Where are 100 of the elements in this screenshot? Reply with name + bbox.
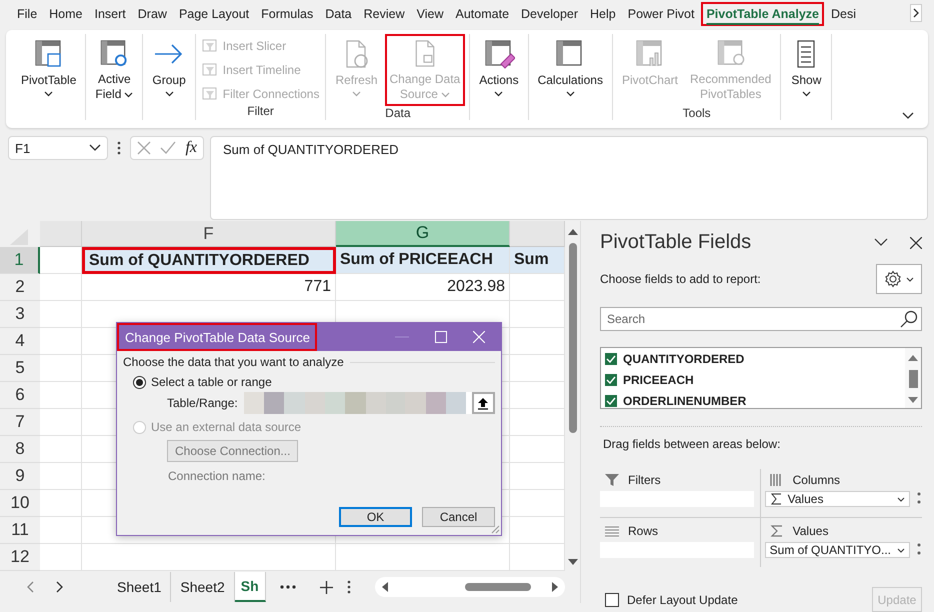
ribbon-tab[interactable]: Review (358, 2, 410, 26)
settings-button[interactable] (876, 264, 922, 294)
row-header[interactable]: 3 (0, 301, 40, 328)
column-header[interactable]: G (336, 221, 510, 247)
sheet-tab[interactable]: Sheet1 (108, 572, 172, 602)
row-header[interactable]: 1 (0, 247, 40, 274)
ribbon-tab[interactable]: File (12, 2, 42, 26)
table-eraser-icon (482, 38, 515, 70)
check-icon[interactable] (160, 141, 176, 155)
ribbon-tab[interactable]: Developer (516, 2, 584, 26)
row-header[interactable]: 8 (0, 436, 40, 463)
scroll-right-button[interactable] (910, 4, 922, 22)
radio-button[interactable] (133, 376, 146, 388)
row-header[interactable]: 5 (0, 355, 40, 382)
field-name[interactable]: QUANTITYORDERED (623, 352, 744, 366)
ribbon-tab[interactable]: Formulas (256, 2, 318, 26)
maximize-icon[interactable] (435, 331, 447, 343)
ribbon-tab[interactable]: Power Pivot (622, 2, 700, 26)
area-field[interactable]: Values (764, 491, 910, 507)
ribbon-tab[interactable]: Desi (826, 2, 861, 26)
pane-hint: Drag fields between areas below: (602, 437, 782, 451)
ribbon-button[interactable]: Active Field (90, 34, 138, 106)
scroll-up-button[interactable] (566, 227, 578, 237)
row-header[interactable]: 2 (0, 274, 40, 301)
dialog-button[interactable]: OK (339, 507, 412, 527)
sigma-icon (770, 493, 782, 505)
scrollbar-thumb[interactable] (568, 243, 576, 433)
more-options-icon[interactable] (346, 580, 351, 594)
resize-grip-icon[interactable] (491, 525, 500, 534)
row-header[interactable]: 9 (0, 463, 40, 490)
ribbon-tab[interactable]: Home (44, 2, 88, 26)
chevron-down-icon (89, 144, 101, 152)
ribbon-button[interactable]: Group (147, 34, 191, 106)
close-icon[interactable] (910, 236, 922, 248)
scroll-right-arrow-icon[interactable] (550, 582, 559, 592)
collapse-dialog-button[interactable] (472, 392, 495, 414)
more-options-icon[interactable] (117, 141, 121, 155)
checkbox[interactable] (605, 394, 617, 406)
insert-function-button[interactable]: fx (185, 139, 197, 157)
range-field[interactable] (244, 392, 472, 414)
area-label: Filters (628, 473, 661, 487)
chevron-right-icon (912, 8, 920, 18)
checkbox[interactable] (605, 592, 619, 606)
scrollbar-thumb[interactable] (908, 370, 918, 388)
row-header[interactable]: 10 (0, 490, 40, 517)
ribbon-tab[interactable]: Page Layout (174, 2, 254, 26)
gear-icon (884, 270, 902, 288)
ribbon-button[interactable]: Calculations (532, 34, 608, 106)
add-sheet-icon[interactable] (320, 580, 333, 594)
caret-icon (906, 276, 914, 282)
row-header[interactable]: 7 (0, 409, 40, 436)
ribbon-tab[interactable]: Draw (132, 2, 172, 26)
ribbon-tab[interactable]: Insert (90, 2, 131, 26)
column-header[interactable]: F (82, 221, 336, 247)
scroll-down-button[interactable] (908, 397, 918, 404)
checkbox[interactable] (605, 352, 617, 364)
sheet-tab[interactable]: Sh (234, 572, 266, 602)
row-header[interactable]: 4 (0, 328, 40, 355)
area-label: Rows (628, 524, 658, 538)
more-icon[interactable] (916, 491, 922, 505)
scroll-up-button[interactable] (908, 354, 918, 361)
ribbon-tab[interactable]: Help (585, 2, 621, 26)
search-icon[interactable] (900, 310, 918, 328)
table-cell: Sum of PRICEEACH (336, 247, 510, 274)
scroll-left-arrow-icon[interactable] (380, 582, 389, 592)
formula-field[interactable]: Sum of QUANTITYORDERED (210, 136, 928, 220)
timeline-icon (202, 62, 218, 78)
area-field[interactable]: Sum of QUANTITYO... (764, 542, 910, 558)
name-box[interactable]: F1 (8, 136, 108, 160)
connection-name-label: Connection name: (168, 469, 266, 483)
previous-sheet-button[interactable] (26, 581, 36, 593)
pane-prompt: Choose fields to add to report: (600, 272, 761, 286)
more-icon[interactable] (916, 542, 922, 556)
row-header[interactable]: 11 (0, 517, 40, 544)
field-name[interactable]: ORDERLINENUMBER (623, 394, 746, 408)
row-header[interactable]: 12 (0, 544, 40, 571)
checkbox-label[interactable]: Defer Layout Update (627, 592, 738, 606)
ribbon-tab[interactable]: PivotTable Analyze (701, 2, 824, 26)
table-cell: 771 (82, 274, 336, 301)
table-cell: 2023.98 (336, 274, 510, 301)
checkbox[interactable] (605, 374, 617, 386)
chevron-down-icon[interactable] (874, 238, 888, 247)
table-cell: Sum (510, 247, 565, 274)
row-header[interactable]: 6 (0, 382, 40, 409)
ribbon-tab[interactable]: Automate (450, 2, 514, 26)
search-field[interactable]: Search (600, 307, 922, 331)
dialog-button[interactable]: Cancel (422, 507, 495, 527)
group-label: Data (385, 106, 411, 120)
ribbon-button[interactable]: PivotTable (16, 34, 82, 106)
scroll-down-button[interactable] (566, 557, 578, 567)
more-sheets-icon[interactable] (280, 585, 296, 589)
field-name[interactable]: PRICEEACH (623, 372, 694, 386)
ribbon-button[interactable]: Show (785, 34, 828, 106)
ribbon-tab[interactable]: Data (320, 2, 357, 26)
slicer-icon (202, 38, 218, 54)
scrollbar-thumb[interactable] (464, 583, 531, 591)
ribbon-tab[interactable]: View (412, 2, 449, 26)
radio-label[interactable]: Select a table or range (151, 375, 272, 389)
ribbon-button[interactable]: Actions (474, 34, 524, 106)
next-sheet-button[interactable] (54, 581, 64, 593)
